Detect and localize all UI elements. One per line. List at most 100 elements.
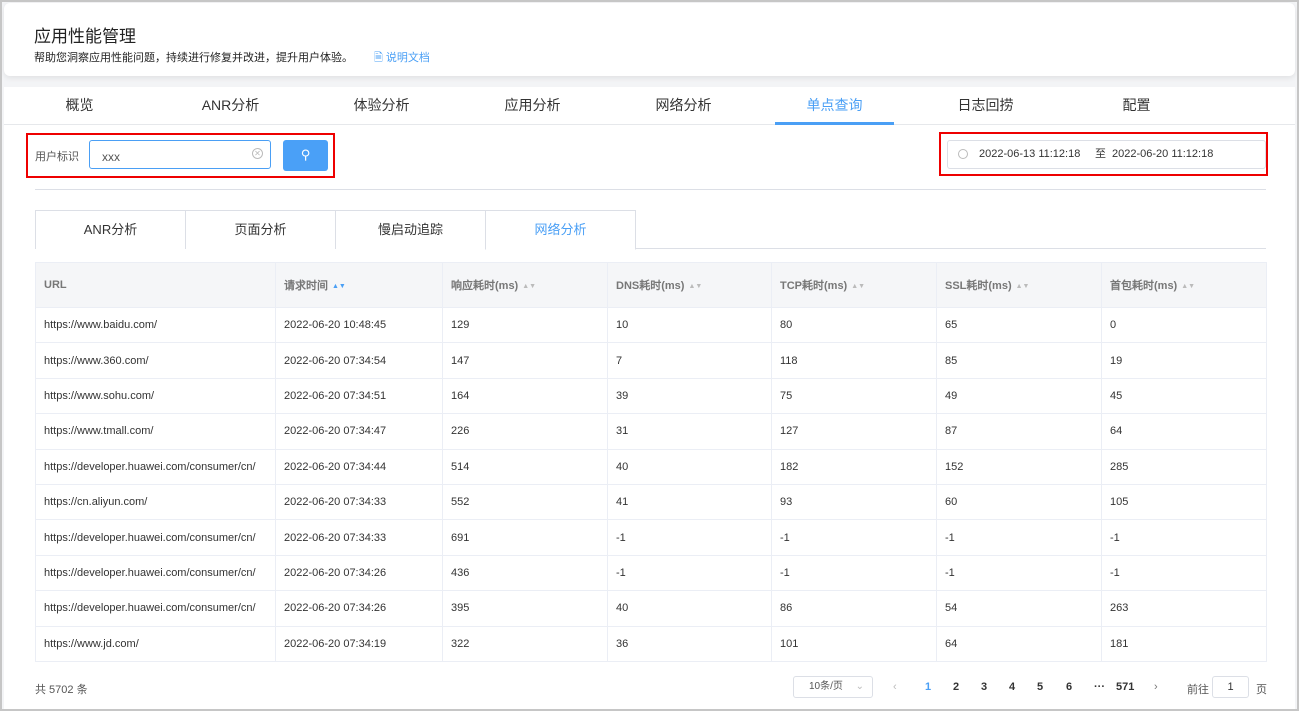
table-cell: https://www.360.com/	[35, 342, 276, 379]
table-cell: 64	[1101, 413, 1267, 450]
search-button[interactable]: ⚲	[283, 140, 328, 171]
sort-icon[interactable]: ▲▼	[688, 283, 702, 290]
table-row[interactable]: https://developer.huawei.com/consumer/cn…	[35, 554, 1267, 592]
page-subtitle: 帮助您洞察应用性能问题，持续进行修复并改进，提升用户体验。	[34, 52, 353, 64]
next-page-button[interactable]: ›	[1154, 681, 1158, 693]
table-cell: 0	[1101, 306, 1267, 344]
sort-icon[interactable]: ▲▼	[851, 283, 865, 290]
table-cell: 85	[936, 342, 1102, 379]
table-cell: 147	[442, 342, 608, 379]
table-row[interactable]: https://cn.aliyun.com/2022-06-20 07:34:3…	[35, 483, 1267, 521]
sort-icon[interactable]: ▲▼	[1181, 283, 1195, 290]
user-id-input[interactable]: xxx ✕	[89, 140, 271, 169]
page-button[interactable]: 1	[925, 681, 931, 693]
table-cell: 2022-06-20 07:34:33	[275, 483, 443, 521]
table-cell: 182	[771, 448, 937, 485]
table-cell: 75	[771, 377, 937, 415]
page-unit-label: 页	[1256, 684, 1267, 696]
table-cell: 2022-06-20 07:34:47	[275, 413, 443, 450]
table-cell: 2022-06-20 07:34:19	[275, 625, 443, 662]
prev-page-button[interactable]: ‹	[893, 681, 897, 693]
table-cell: https://www.jd.com/	[35, 625, 276, 662]
page-size-value: 10条/页	[809, 681, 843, 692]
column-header[interactable]: 响应耗时(ms) ▲▼	[442, 262, 608, 308]
subtab-3[interactable]: 网络分析	[485, 210, 636, 250]
sort-icon[interactable]: ▲▼	[522, 283, 536, 290]
search-icon: ⚲	[300, 147, 311, 162]
column-header[interactable]: 请求时间 ▲▼	[275, 262, 443, 308]
user-id-label: 用户标识	[35, 151, 79, 163]
tab-3[interactable]: 应用分析	[457, 87, 608, 124]
table-cell: 101	[771, 625, 937, 662]
table-cell: 93	[771, 483, 937, 521]
date-range-picker[interactable]: 2022-06-13 11:12:18 至 2022-06-20 11:12:1…	[947, 140, 1266, 169]
table-cell: 129	[442, 306, 608, 344]
table-row[interactable]: https://developer.huawei.com/consumer/cn…	[35, 448, 1267, 485]
table-cell: 263	[1101, 590, 1267, 627]
page-button[interactable]: 2	[953, 681, 959, 693]
table-cell: 2022-06-20 07:34:33	[275, 519, 443, 556]
tab-0[interactable]: 概览	[4, 87, 155, 124]
subtab-2[interactable]: 慢启动追踪	[335, 210, 486, 249]
column-header[interactable]: 首包耗时(ms) ▲▼	[1101, 262, 1267, 308]
table-row[interactable]: https://www.sohu.com/2022-06-20 07:34:51…	[35, 377, 1267, 415]
table-cell: 10	[607, 306, 772, 344]
column-header-label: 请求时间	[284, 280, 328, 292]
tab-2[interactable]: 体验分析	[306, 87, 457, 124]
tab-6[interactable]: 日志回捞	[910, 87, 1061, 124]
table-cell: 65	[936, 306, 1102, 344]
page-size-select[interactable]: 10条/页 ⌄	[793, 676, 873, 698]
tab-5[interactable]: 单点查询	[759, 87, 910, 125]
table-cell: 39	[607, 377, 772, 415]
page-button[interactable]: 571	[1116, 681, 1134, 693]
page-button[interactable]: 3	[981, 681, 987, 693]
page-button[interactable]: 4	[1009, 681, 1015, 693]
table-cell: 118	[771, 342, 937, 379]
table-row[interactable]: https://developer.huawei.com/consumer/cn…	[35, 590, 1267, 627]
column-header[interactable]: TCP耗时(ms) ▲▼	[771, 262, 937, 308]
table-row[interactable]: https://www.tmall.com/2022-06-20 07:34:4…	[35, 413, 1267, 450]
tab-7[interactable]: 配置	[1061, 87, 1212, 124]
table-cell: https://developer.huawei.com/consumer/cn…	[35, 448, 276, 485]
table-cell: -1	[1101, 554, 1267, 592]
tab-1[interactable]: ANR分析	[155, 87, 306, 124]
clear-icon[interactable]: ✕	[252, 148, 263, 159]
subtab-0[interactable]: ANR分析	[35, 210, 186, 249]
column-header-label: SSL耗时(ms)	[945, 280, 1012, 292]
page-button[interactable]: 5	[1037, 681, 1043, 693]
table-cell: 41	[607, 483, 772, 521]
divider	[35, 189, 1266, 190]
page-button[interactable]: 6	[1066, 681, 1072, 693]
table-cell: 49	[936, 377, 1102, 415]
table-row[interactable]: https://www.jd.com/2022-06-20 07:34:19 32…	[35, 625, 1267, 662]
table-row[interactable]: https://developer.huawei.com/consumer/cn…	[35, 519, 1267, 556]
sort-icon[interactable]: ▲▼	[1016, 283, 1030, 290]
date-separator: 至	[1095, 148, 1106, 160]
column-header-label: TCP耗时(ms)	[780, 280, 848, 292]
table-cell: https://cn.aliyun.com/	[35, 483, 276, 521]
table-cell: 514	[442, 448, 608, 485]
column-header-label: DNS耗时(ms)	[616, 280, 685, 292]
table-cell: 105	[1101, 483, 1267, 521]
table-header-row: URL 请求时间 ▲▼ 响应耗时(ms) ▲▼ DNS耗时(ms) ▲▼ TCP耗时(ms) ▲…	[35, 262, 1267, 308]
table-row[interactable]: https://www.360.com/2022-06-20 07:34:54 1…	[35, 342, 1267, 379]
column-header[interactable]: DNS耗时(ms) ▲▼	[607, 262, 772, 308]
column-header[interactable]: URL	[35, 262, 276, 308]
table-cell: 285	[1101, 448, 1267, 485]
sort-icon[interactable]: ▲▼	[332, 283, 346, 290]
table-cell: -1	[936, 519, 1102, 556]
tab-4[interactable]: 网络分析	[608, 87, 759, 124]
goto-page-input[interactable]: 1	[1212, 676, 1249, 698]
doc-link[interactable]: 🗎 说明文档	[374, 49, 430, 68]
subtab-1[interactable]: 页面分析	[185, 210, 336, 249]
table-cell: 19	[1101, 342, 1267, 379]
table-cell: 36	[607, 625, 772, 662]
table-row[interactable]: https://www.baidu.com/2022-06-20 10:48:4…	[35, 306, 1267, 344]
table-cell: https://www.sohu.com/	[35, 377, 276, 415]
table-cell: -1	[771, 554, 937, 592]
column-header[interactable]: SSL耗时(ms) ▲▼	[936, 262, 1102, 308]
table-cell: 45	[1101, 377, 1267, 415]
page-button[interactable]: ···	[1094, 681, 1105, 693]
main-panel: 概览 ANR分析 体验分析 应用分析 网络分析 单点查询 日志回捞 配置 用户标识 xxx ✕ …	[4, 87, 1295, 709]
table-cell: https://www.baidu.com/	[35, 306, 276, 344]
